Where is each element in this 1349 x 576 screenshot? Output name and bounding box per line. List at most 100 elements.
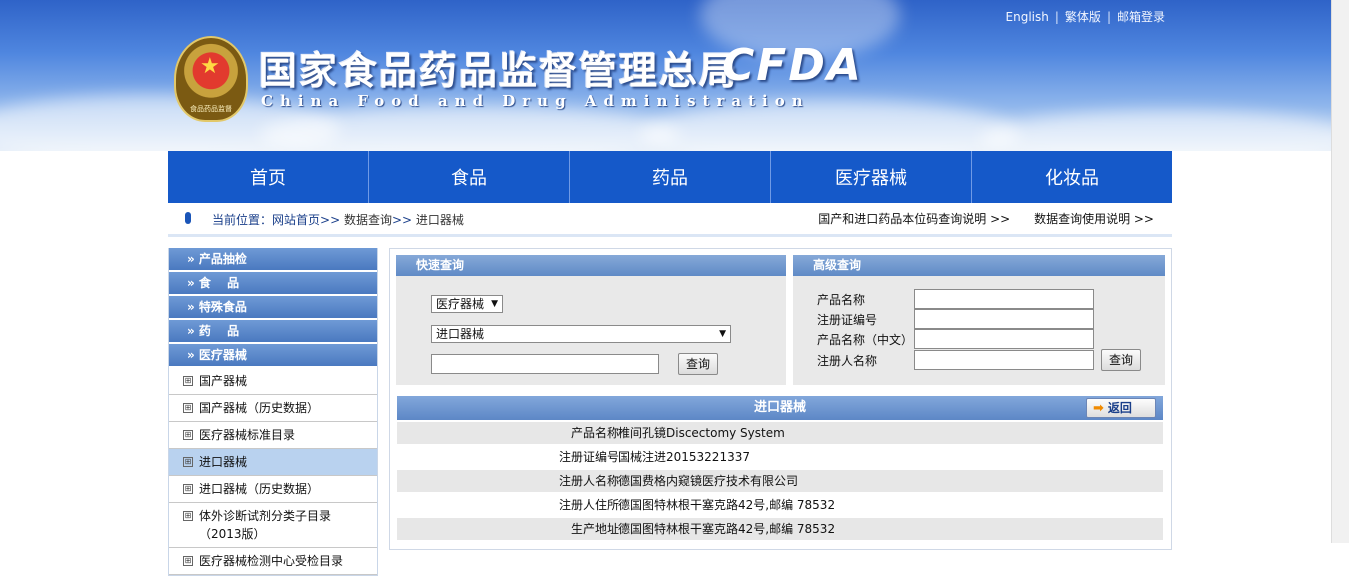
category-select-value: 医疗器械 <box>436 297 485 311</box>
sidebar: » 产品抽检 » 食 品 » 特殊食品 » 药 品 » 医疗器械 ⊞ 国产器械 ⊞… <box>168 248 378 576</box>
dropdown-arrow-icon: ▼ <box>491 299 498 309</box>
site-title: 国家食品药品监督管理总局 <box>259 48 740 93</box>
separator: | <box>1106 10 1111 24</box>
cloud-decoration <box>260 105 680 151</box>
separator: | <box>1054 10 1059 24</box>
expand-icon: ⊞ <box>183 457 193 467</box>
sidebar-item-label: 进口器械 <box>199 455 248 469</box>
expand-icon: ⊞ <box>183 511 193 521</box>
sidebar-header-food[interactable]: » 食 品 <box>169 272 377 294</box>
site-abbreviation-logo: CFDA <box>722 40 863 91</box>
detail-row: 产品名称 椎间孔镜Discectomy System <box>397 422 1163 444</box>
result-title: 进口器械 <box>753 400 806 415</box>
detail-key: 产品名称 <box>570 426 619 440</box>
sidebar-item-domestic-devices[interactable]: ⊞ 国产器械 <box>169 368 377 395</box>
subcategory-select-value: 进口器械 <box>436 327 485 341</box>
detail-value: 国械注进20153221337 <box>618 450 750 464</box>
emblem-label: 食品药品监督 <box>190 105 232 113</box>
detail-key: 注册证编号 <box>558 450 619 464</box>
star-icon: ★ <box>200 54 220 79</box>
expand-icon: ⊞ <box>183 556 193 566</box>
advanced-search-box: 高级查询 产品名称 注册证编号 产品名称（中文） 注册人名称 查询 <box>793 255 1165 385</box>
product-name-label: 产品名称 <box>817 293 866 307</box>
product-name-input[interactable] <box>914 289 1094 309</box>
advanced-search-title: 高级查询 <box>793 255 1165 276</box>
nav-item-home[interactable]: 首页 <box>168 151 369 203</box>
detail-key: 注册人名称 <box>558 474 619 488</box>
sidebar-item-label: 医疗器械检测中心受检目录 <box>199 554 344 568</box>
quick-query-button[interactable]: 查询 <box>678 353 718 375</box>
registration-number-input[interactable] <box>914 309 1094 329</box>
detail-row: 注册证编号 国械注进20153221337 <box>397 446 1163 468</box>
detail-key: 生产地址 <box>570 522 619 536</box>
nav-item-medical-devices[interactable]: 医疗器械 <box>771 151 972 203</box>
registrant-name-input[interactable] <box>914 350 1094 370</box>
sidebar-item-label: 医疗器械标准目录 <box>199 428 296 442</box>
product-name-cn-input[interactable] <box>914 329 1094 349</box>
main-panel: 快速查询 医疗器械 ▼ 进口器械 ▼ 查询 高级查询 产品名称 注册证编号 产品名称… <box>389 248 1172 550</box>
national-emblem-logo: ★ 食品药品监督 <box>174 36 248 122</box>
back-button[interactable]: ➡ 返回 <box>1086 398 1156 418</box>
page-scrollbar[interactable] <box>1331 0 1349 543</box>
english-link[interactable]: English <box>1006 10 1049 24</box>
nav-item-cosmetics[interactable]: 化妆品 <box>972 151 1172 203</box>
traditional-chinese-link[interactable]: 繁体版 <box>1065 10 1101 24</box>
location-pin-icon <box>185 212 191 224</box>
registration-number-label: 注册证编号 <box>817 313 878 327</box>
detail-value: 德国费格内窥镜医疗技术有限公司 <box>618 474 799 488</box>
subcategory-select[interactable]: 进口器械 ▼ <box>431 325 731 343</box>
sidebar-item-imported-devices-history[interactable]: ⊞ 进口器械（历史数据） <box>169 476 377 503</box>
main-nav: 首页 食品 药品 医疗器械 化妆品 <box>168 151 1172 203</box>
quick-search-title: 快速查询 <box>396 255 786 276</box>
breadcrumb-current: 进口器械 <box>415 213 464 227</box>
sidebar-item-imported-devices[interactable]: ⊞ 进口器械 <box>169 449 377 476</box>
detail-row: 注册人住所 德国图特林根干塞克路42号,邮编 78532 <box>397 494 1163 516</box>
sidebar-item-label: 国产器械（历史数据） <box>199 401 320 415</box>
expand-icon: ⊞ <box>183 403 193 413</box>
breadcrumb-prefix: 当前位置： <box>212 213 273 227</box>
sidebar-item-domestic-devices-history[interactable]: ⊞ 国产器械（历史数据） <box>169 395 377 422</box>
breadcrumb-data-query[interactable]: 数据查询 <box>344 213 392 227</box>
sidebar-header-drugs[interactable]: » 药 品 <box>169 320 377 342</box>
site-header: English | 繁体版 | 邮箱登录 ★ 食品药品监督 国家食品药品监督管理总局 C… <box>0 0 1349 151</box>
detail-key: 注册人住所 <box>558 498 619 512</box>
sidebar-item-label: 体外诊断试剂分类子目录（2013版） <box>199 509 332 541</box>
result-header: 进口器械 ➡ 返回 <box>397 396 1163 420</box>
detail-row: 注册人名称 德国费格内窥镜医疗技术有限公司 <box>397 470 1163 492</box>
advanced-query-button[interactable]: 查询 <box>1101 349 1141 371</box>
sidebar-item-device-standards[interactable]: ⊞ 医疗器械标准目录 <box>169 422 377 449</box>
breadcrumb-separator: >> <box>391 213 413 227</box>
category-select[interactable]: 医疗器械 ▼ <box>431 295 503 313</box>
sidebar-header-product-sampling[interactable]: » 产品抽检 <box>169 248 377 270</box>
top-links: English | 繁体版 | 邮箱登录 <box>1006 8 1165 25</box>
expand-icon: ⊞ <box>183 484 193 494</box>
registrant-name-label: 注册人名称 <box>817 354 878 368</box>
breadcrumb-bar: 当前位置：网站首页>> 数据查询>> 进口器械 国产和进口药品本位码查询说明 >… <box>168 204 1172 237</box>
site-english-name: China Food and Drug Administration <box>261 92 810 110</box>
sidebar-header-medical-devices[interactable]: » 医疗器械 <box>169 344 377 366</box>
detail-row: 生产地址 德国图特林根干塞克路42号,邮编 78532 <box>397 518 1163 540</box>
sidebar-item-ivd-catalog[interactable]: ⊞ 体外诊断试剂分类子目录（2013版） <box>169 503 377 548</box>
sidebar-item-testing-center-catalog[interactable]: ⊞ 医疗器械检测中心受检目录 <box>169 548 377 575</box>
query-help-link[interactable]: 数据查询使用说明 >> <box>1034 212 1154 226</box>
drug-code-help-link[interactable]: 国产和进口药品本位码查询说明 >> <box>818 212 1010 226</box>
dropdown-arrow-icon: ▼ <box>719 329 726 339</box>
nav-item-food[interactable]: 食品 <box>369 151 570 203</box>
expand-icon: ⊞ <box>183 430 193 440</box>
sidebar-item-label: 国产器械 <box>199 374 248 388</box>
mail-login-link[interactable]: 邮箱登录 <box>1117 10 1165 24</box>
breadcrumb-separator: >> <box>320 213 341 227</box>
arrow-right-icon: ➡ <box>1093 401 1104 416</box>
sidebar-header-special-food[interactable]: » 特殊食品 <box>169 296 377 318</box>
sidebar-item-label: 进口器械（历史数据） <box>199 482 320 496</box>
keyword-input[interactable] <box>431 354 659 374</box>
breadcrumb: 当前位置：网站首页>> 数据查询>> 进口器械 <box>212 211 464 228</box>
detail-value: 德国图特林根干塞克路42号,邮编 78532 <box>618 498 836 512</box>
nav-item-drugs[interactable]: 药品 <box>570 151 771 203</box>
product-name-cn-label: 产品名称（中文） <box>817 333 914 347</box>
help-links: 国产和进口药品本位码查询说明 >> 数据查询使用说明 >> <box>798 210 1154 227</box>
expand-icon: ⊞ <box>183 376 193 386</box>
back-button-label: 返回 <box>1107 401 1132 415</box>
breadcrumb-home-link[interactable]: 网站首页 <box>272 213 320 227</box>
cloud-decoration <box>980 110 1349 151</box>
